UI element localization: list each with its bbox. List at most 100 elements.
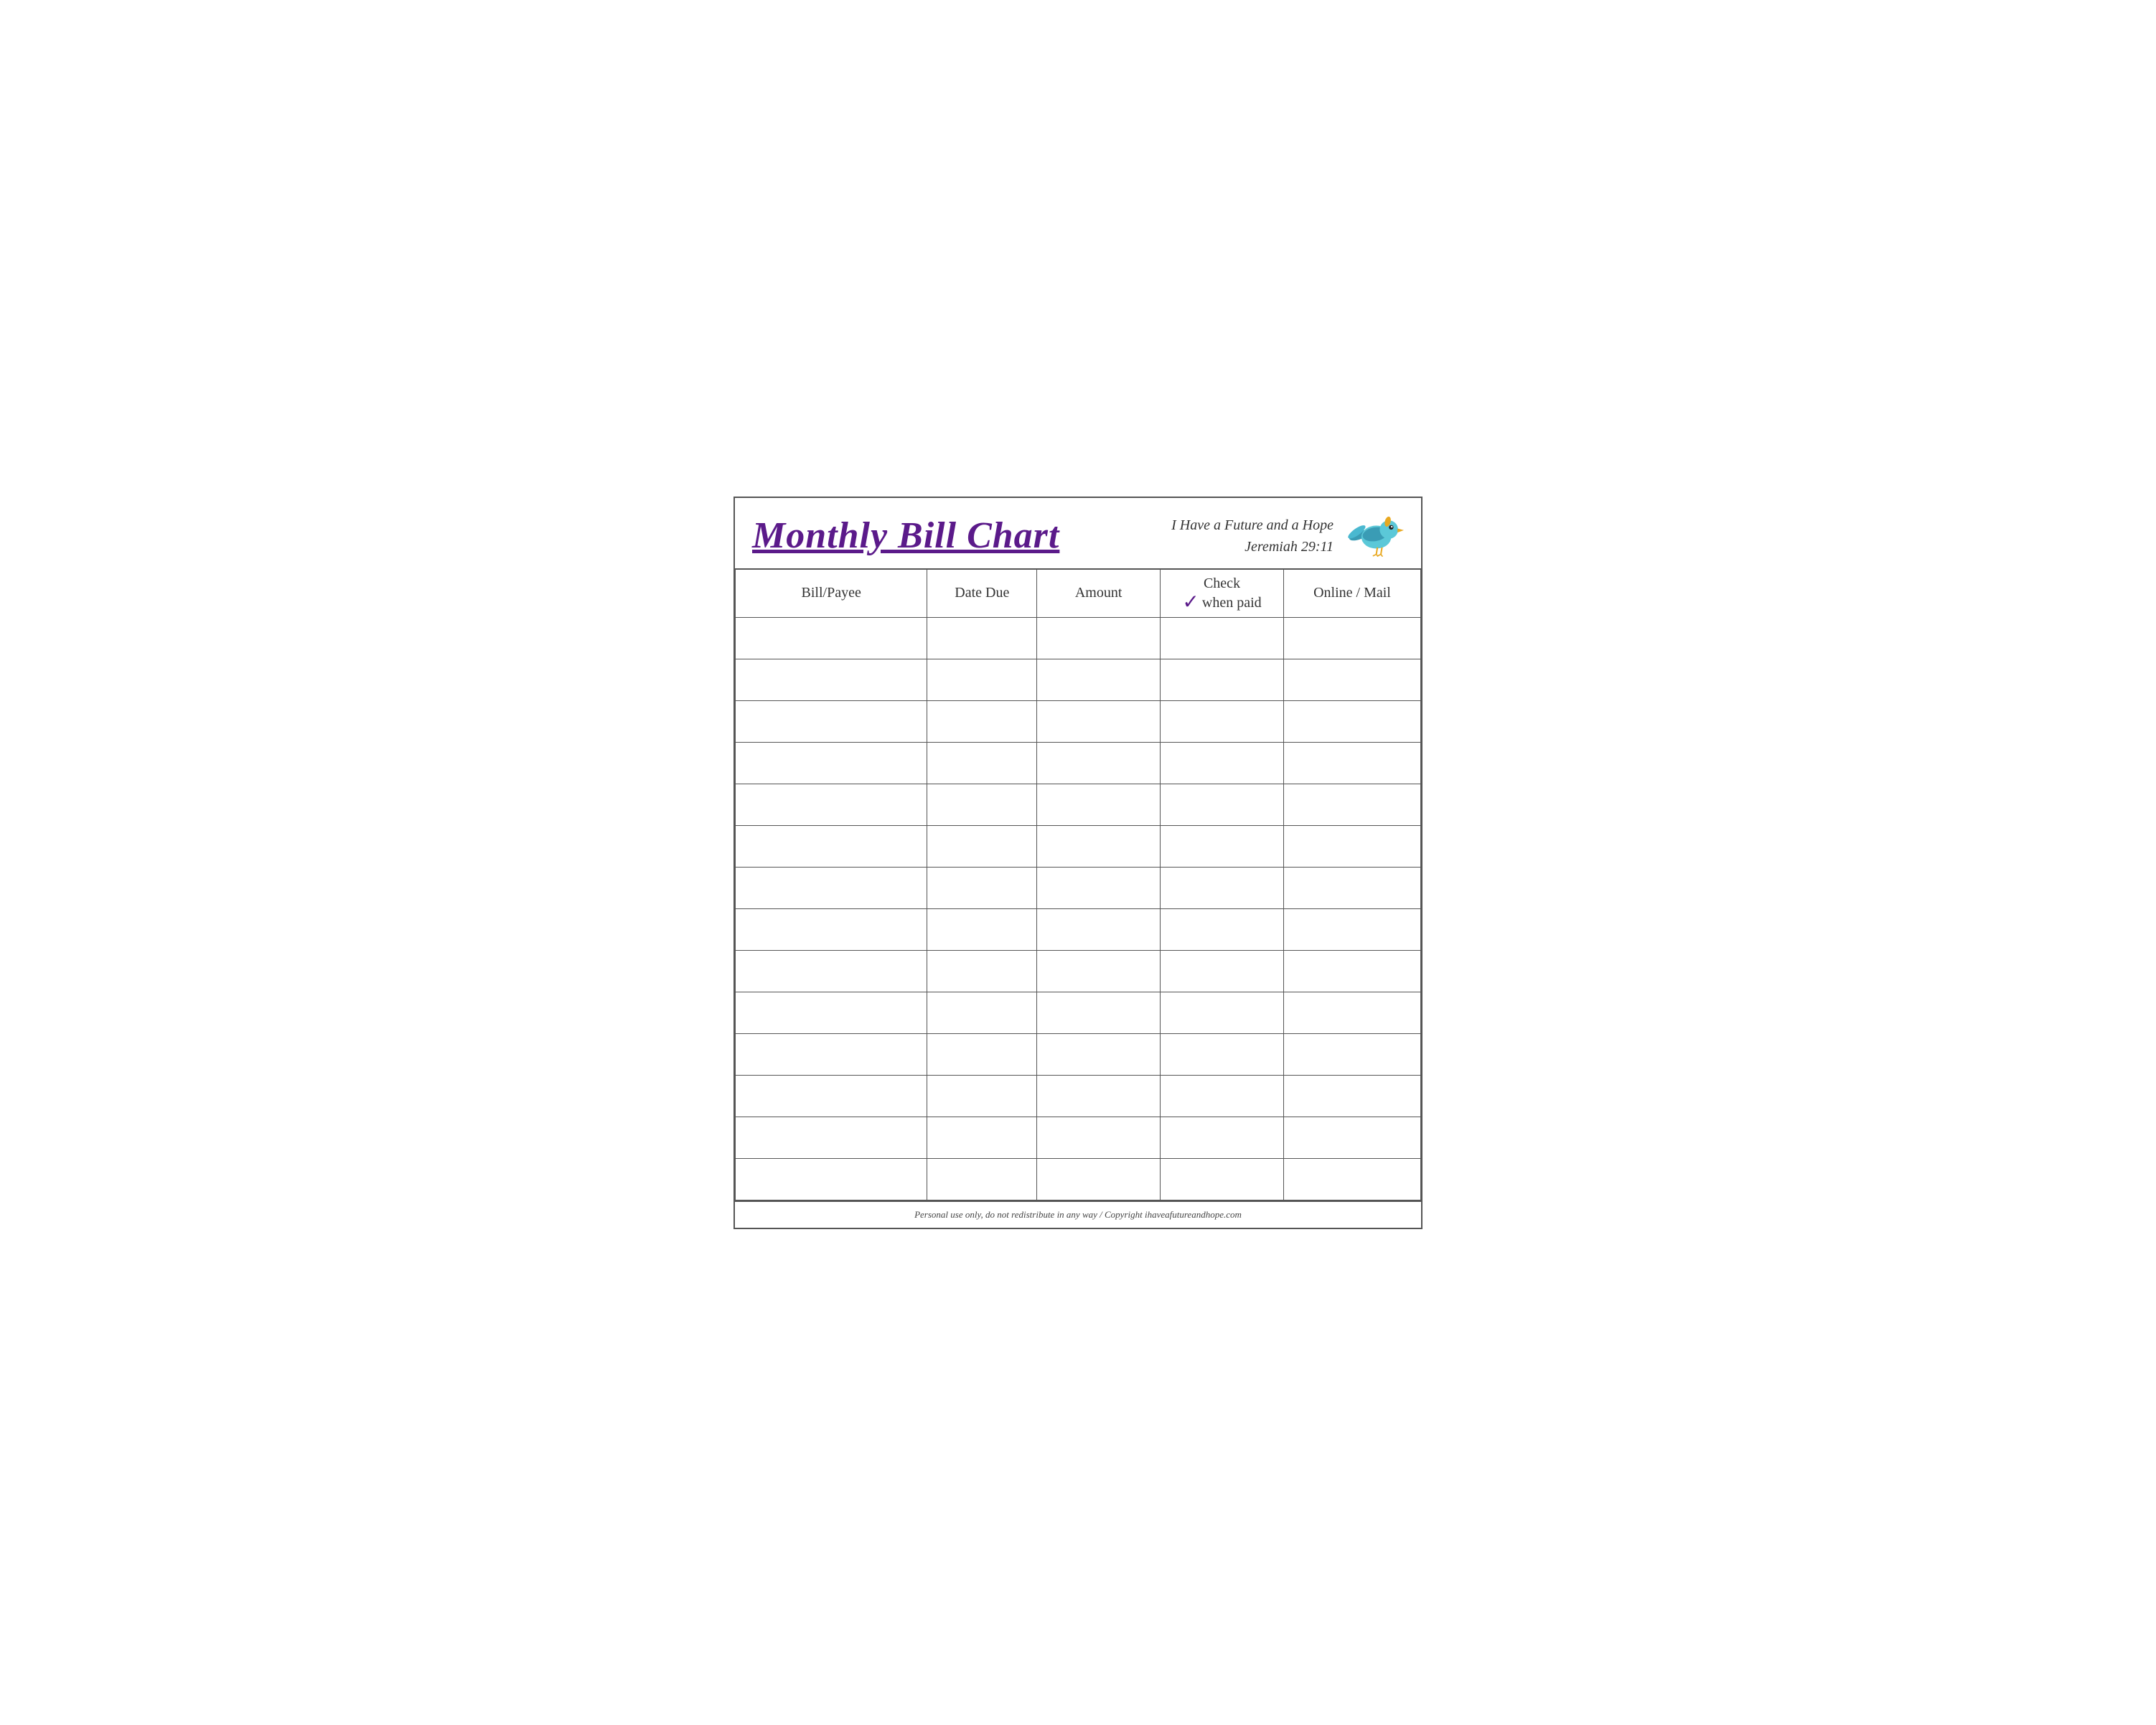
table-cell — [1161, 1075, 1284, 1117]
table-cell — [1283, 908, 1420, 950]
table-cell — [1161, 992, 1284, 1033]
table-cell — [736, 659, 927, 700]
col-header-bill-payee: Bill/Payee — [736, 570, 927, 618]
table-cell — [927, 950, 1037, 992]
table-cell — [736, 825, 927, 867]
table-cell — [1283, 659, 1420, 700]
table-row — [736, 1117, 1421, 1158]
header: Monthly Bill Chart I Have a Future and a… — [735, 498, 1421, 570]
header-right: I Have a Future and a Hope Jeremiah 29:1… — [1171, 511, 1404, 561]
table-cell — [1037, 908, 1161, 950]
main-title: Monthly Bill Chart — [752, 515, 1059, 556]
table-cell — [736, 1158, 927, 1200]
table-header-row: Bill/Payee Date Due Amount Check ✓ when … — [736, 570, 1421, 618]
table-row — [736, 908, 1421, 950]
table-cell — [927, 742, 1037, 784]
table-cell — [1283, 1033, 1420, 1075]
table-cell — [1037, 700, 1161, 742]
tagline-line1: I Have a Future and a Hope — [1171, 514, 1334, 536]
table-cell — [1283, 1075, 1420, 1117]
table-cell — [1283, 784, 1420, 825]
table-cell — [927, 659, 1037, 700]
table-cell — [1037, 992, 1161, 1033]
table-row — [736, 700, 1421, 742]
col-header-online-mail: Online / Mail — [1283, 570, 1420, 618]
table-cell — [927, 1158, 1037, 1200]
bill-table: Bill/Payee Date Due Amount Check ✓ when … — [735, 570, 1421, 1200]
table-cell — [736, 950, 927, 992]
table-cell — [1037, 617, 1161, 659]
col-header-date-due: Date Due — [927, 570, 1037, 618]
table-cell — [1161, 950, 1284, 992]
table-cell — [1161, 1117, 1284, 1158]
table-cell — [736, 1075, 927, 1117]
col-header-amount: Amount — [1037, 570, 1161, 618]
table-cell — [1037, 742, 1161, 784]
table-cell — [1283, 1117, 1420, 1158]
table-cell — [736, 867, 927, 908]
table-cell — [1283, 992, 1420, 1033]
table-cell — [1161, 617, 1284, 659]
table-cell — [736, 908, 927, 950]
table-cell — [927, 617, 1037, 659]
table-cell — [927, 784, 1037, 825]
table-cell — [736, 784, 927, 825]
table-cell — [1283, 950, 1420, 992]
table-cell — [1283, 700, 1420, 742]
bird-icon — [1346, 511, 1404, 561]
table-cell — [927, 1033, 1037, 1075]
table-cell — [736, 1117, 927, 1158]
table-row — [736, 617, 1421, 659]
table-cell — [1037, 950, 1161, 992]
table-row — [736, 992, 1421, 1033]
table-body — [736, 617, 1421, 1200]
checkmark-icon: ✓ — [1182, 593, 1199, 613]
table-cell — [1037, 784, 1161, 825]
table-row — [736, 742, 1421, 784]
table-cell — [927, 1075, 1037, 1117]
table-cell — [1037, 867, 1161, 908]
table-cell — [1037, 1158, 1161, 1200]
table-cell — [927, 1117, 1037, 1158]
table-cell — [1161, 742, 1284, 784]
table-cell — [736, 742, 927, 784]
table-cell — [1283, 742, 1420, 784]
table-cell — [1161, 825, 1284, 867]
table-cell — [1161, 908, 1284, 950]
table-cell — [1037, 1117, 1161, 1158]
table-cell — [1161, 1158, 1284, 1200]
table-row — [736, 1033, 1421, 1075]
title-block: Monthly Bill Chart — [752, 515, 1059, 556]
table-row — [736, 825, 1421, 867]
table-cell — [736, 992, 927, 1033]
table-row — [736, 867, 1421, 908]
tagline-block: I Have a Future and a Hope Jeremiah 29:1… — [1171, 514, 1334, 558]
table-cell — [927, 908, 1037, 950]
table-cell — [1161, 1033, 1284, 1075]
table-cell — [1037, 659, 1161, 700]
table-cell — [927, 700, 1037, 742]
table-cell — [1161, 784, 1284, 825]
table-row — [736, 950, 1421, 992]
tagline-line2: Jeremiah 29:11 — [1245, 536, 1334, 558]
table-row — [736, 659, 1421, 700]
table-cell — [1037, 1033, 1161, 1075]
table-cell — [1161, 867, 1284, 908]
table-cell — [927, 992, 1037, 1033]
table-cell — [1161, 659, 1284, 700]
check-header-content: Check ✓ when paid — [1163, 574, 1280, 613]
table-cell — [1283, 867, 1420, 908]
tagline-and-bird: I Have a Future and a Hope Jeremiah 29:1… — [1171, 511, 1404, 561]
table-row — [736, 784, 1421, 825]
table-cell — [1283, 825, 1420, 867]
table-cell — [736, 1033, 927, 1075]
table-cell — [927, 867, 1037, 908]
table-cell — [736, 617, 927, 659]
table-cell — [1037, 1075, 1161, 1117]
footer-text: Personal use only, do not redistribute i… — [914, 1209, 1242, 1220]
table-row — [736, 1075, 1421, 1117]
footer: Personal use only, do not redistribute i… — [735, 1200, 1421, 1228]
table-cell — [1161, 700, 1284, 742]
table-cell — [1283, 1158, 1420, 1200]
page-container: Monthly Bill Chart I Have a Future and a… — [733, 497, 1423, 1229]
